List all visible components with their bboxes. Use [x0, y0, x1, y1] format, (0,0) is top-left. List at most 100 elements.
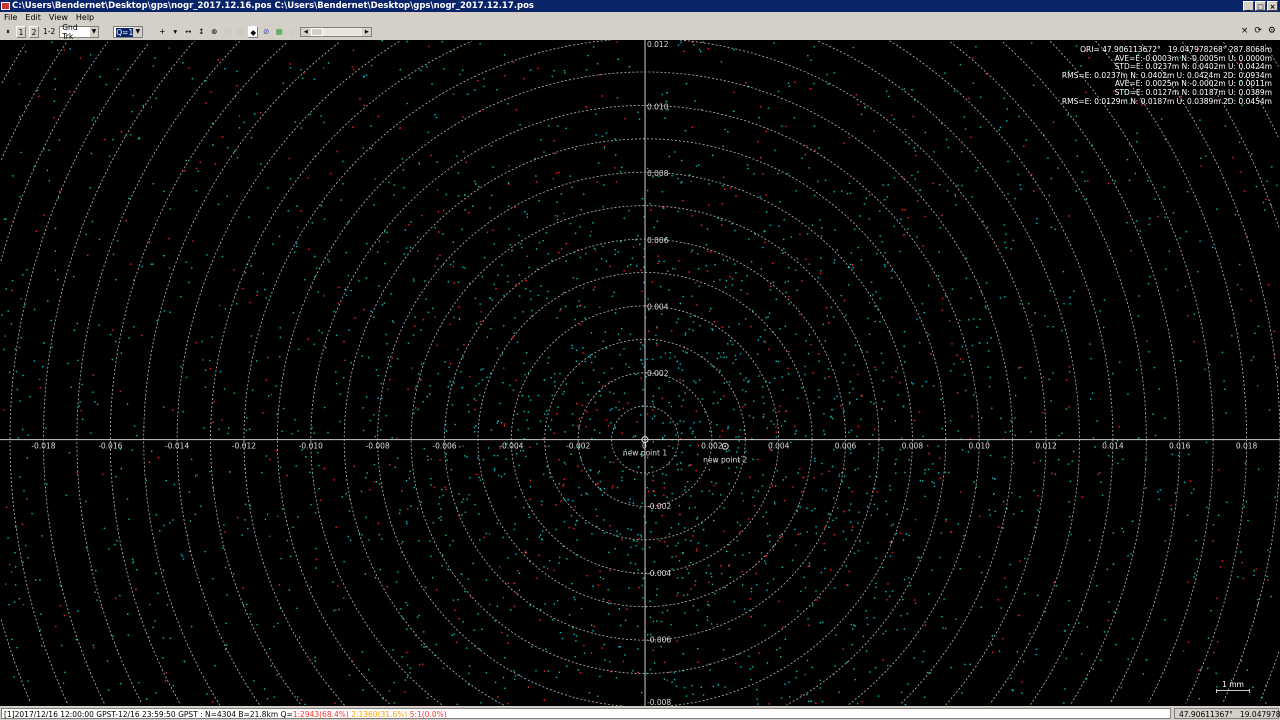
data-point-q1 [763, 560, 766, 562]
close-button[interactable]: × [1267, 1, 1278, 11]
data-point-q1 [468, 665, 471, 667]
data-point-q2 [475, 399, 477, 401]
data-point-q2 [150, 106, 153, 108]
data-point-q1 [503, 473, 506, 475]
quality-select[interactable]: Q=1 ▼ [113, 26, 144, 38]
data-point-q1 [513, 332, 515, 334]
data-point-q1 [361, 534, 363, 536]
data-point-q1 [634, 435, 637, 437]
data-point-q1 [637, 534, 639, 536]
data-point-q1 [779, 201, 781, 203]
disabled-icon[interactable]: ○ [222, 26, 232, 38]
data-point-q1 [728, 381, 731, 383]
data-point-q2 [904, 209, 906, 211]
solution-2-button[interactable]: 2 [29, 26, 39, 38]
data-point-q1 [508, 205, 510, 207]
data-point-q2 [695, 548, 698, 550]
data-point-q1 [717, 684, 719, 686]
show-points-icon[interactable]: ◆ [248, 26, 259, 38]
data-point-q1 [857, 550, 860, 552]
data-point-q1 [991, 407, 993, 409]
data-point-q1 [384, 231, 386, 233]
minimize-button[interactable]: _ [1243, 1, 1254, 11]
maximize-button[interactable]: □ [1255, 1, 1266, 11]
data-point-q1 [679, 363, 681, 365]
data-point-q1 [536, 248, 538, 250]
data-point-q1 [206, 254, 208, 256]
data-point-q1 [617, 58, 619, 60]
data-point-q1 [806, 659, 809, 662]
data-point-q1 [347, 274, 350, 277]
data-point-q1 [368, 539, 370, 541]
data-point-q2 [601, 95, 603, 97]
data-point-q1 [91, 119, 94, 121]
data-point-q1 [426, 66, 428, 68]
crosshair-icon[interactable]: + [157, 26, 167, 38]
data-point-q1 [766, 589, 768, 591]
disabled-icon[interactable]: ▹ [287, 26, 297, 38]
data-point-q1 [886, 513, 888, 515]
data-point-q2 [627, 402, 629, 404]
data-point-q1 [937, 445, 939, 447]
data-point-q1 [664, 352, 667, 354]
data-point-q1 [662, 422, 664, 424]
data-point-q1 [250, 335, 253, 337]
plot-type-select[interactable]: Gnd Trk ▼ [59, 23, 100, 41]
data-point-q1 [401, 656, 403, 658]
data-point-q1 [933, 151, 935, 153]
data-point-q1 [566, 665, 568, 667]
data-point-q1 [643, 266, 645, 268]
data-point-q1 [1010, 420, 1012, 422]
data-point-q1 [876, 252, 878, 255]
data-point-q2 [582, 287, 585, 289]
data-point-q1 [919, 189, 921, 191]
grid-icon[interactable]: ▦ [274, 26, 284, 38]
solution-1-button[interactable]: 1 [16, 26, 26, 38]
data-point-q1 [523, 506, 525, 509]
data-point-q1 [1002, 527, 1004, 529]
data-point-q2 [335, 526, 337, 528]
reload-icon[interactable]: ⟳ [1254, 26, 1262, 36]
fit-horizontal-icon[interactable]: ↔ [183, 26, 193, 38]
data-point-q1 [365, 516, 367, 519]
data-point-q1 [688, 328, 690, 330]
data-point-q1 [618, 646, 620, 648]
fit-vertical-icon[interactable]: ↕ [196, 26, 206, 38]
data-point-q1 [931, 569, 933, 571]
data-point-q1 [513, 528, 516, 531]
data-point-q2 [1240, 288, 1243, 290]
menu-edit[interactable]: Edit [25, 12, 41, 24]
dropdown-arrow-icon[interactable]: ▾ [170, 26, 180, 38]
pause-icon[interactable]: ⏸ [3, 26, 13, 38]
data-point-q2 [652, 480, 654, 482]
data-point-q1 [917, 556, 919, 558]
plot-area[interactable]: -0.018 -0.016 -0.014 -0.012 -0.010 -0.008 -0.0… [0, 40, 1280, 706]
data-point-q1 [297, 516, 299, 518]
data-point-q1 [388, 181, 390, 184]
data-point-q1 [722, 352, 725, 354]
data-point-q1 [907, 683, 909, 685]
data-point-q1 [840, 294, 842, 297]
center-origin-icon[interactable]: ⊗ [209, 26, 219, 38]
data-point-q1 [472, 205, 474, 207]
data-point-q1 [760, 268, 762, 270]
data-point-q1 [743, 379, 745, 381]
data-point-q1 [260, 163, 262, 165]
disabled-icon[interactable]: ○ [235, 26, 245, 38]
data-point-q1 [883, 199, 886, 201]
data-point-q1 [1231, 335, 1233, 337]
data-point-q1 [848, 401, 851, 403]
menu-file[interactable]: File [4, 12, 17, 24]
data-point-q2 [400, 542, 403, 545]
data-point-q2 [300, 699, 303, 701]
data-point-q2 [22, 603, 25, 606]
close-icon[interactable]: × [1241, 26, 1249, 36]
data-point-q1 [828, 526, 830, 528]
data-point-q1 [954, 90, 956, 92]
map-icon[interactable]: ⊘ [261, 26, 271, 38]
solution-1-2-button[interactable]: 1-2 [42, 26, 56, 38]
data-point-q1 [486, 336, 489, 338]
time-scrollbar[interactable]: ◀ ▶ [300, 27, 373, 37]
data-point-q1 [402, 541, 404, 543]
gear-icon[interactable]: ⚙ [1268, 26, 1276, 36]
